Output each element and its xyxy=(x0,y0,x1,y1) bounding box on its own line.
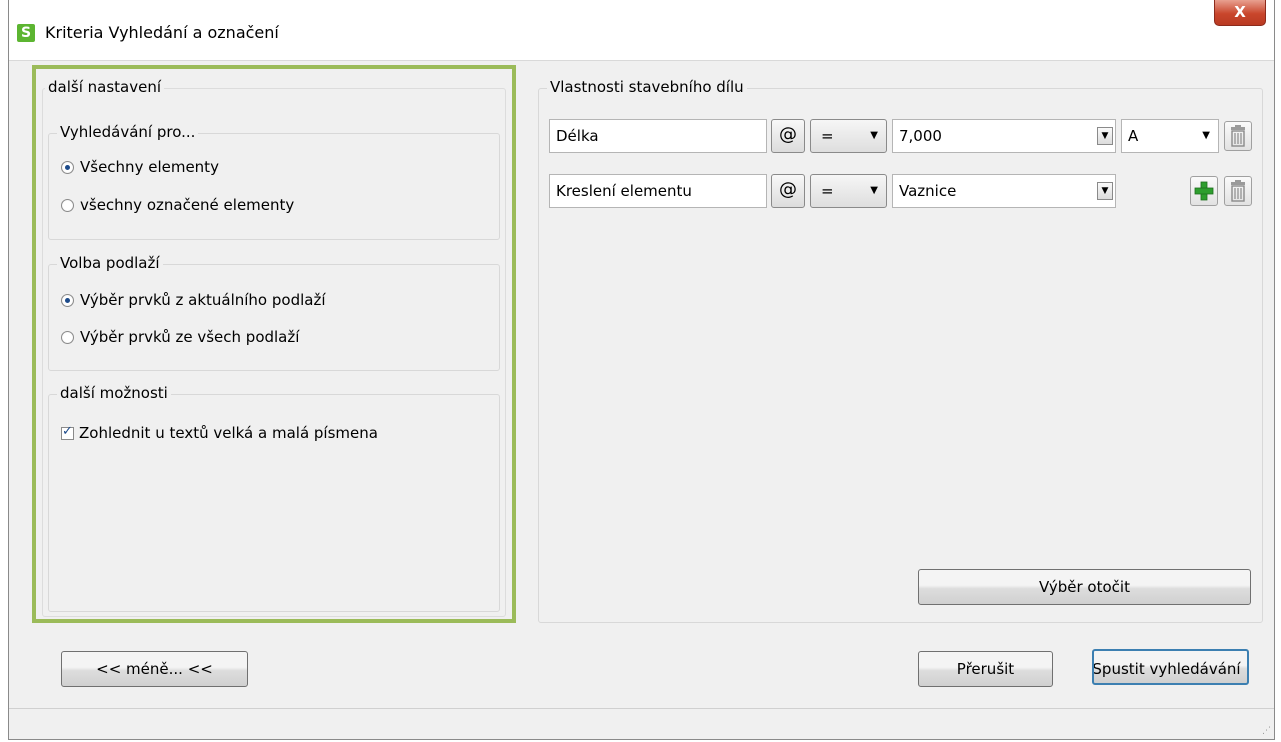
radio-all-elements-button[interactable] xyxy=(61,160,74,174)
radio-all-floors[interactable]: Výběr prvků ze všech podlaží xyxy=(61,328,299,346)
value-text-1: 7,000 xyxy=(899,127,942,145)
app-icon: S xyxy=(17,24,35,42)
floor-group: Volba podlaží Výběr prvků z aktuálního p… xyxy=(48,254,500,371)
floor-legend: Volba podlaží xyxy=(57,254,163,272)
trash-icon xyxy=(1231,180,1245,202)
advanced-settings-panel: další nastavení Vyhledávání pro... Všech… xyxy=(32,65,516,623)
radio-all-floors-button[interactable] xyxy=(61,330,74,344)
properties-group: Vlastnosti stavebního dílu Délka @ = ▼ 7… xyxy=(538,78,1263,623)
radio-marked-elements-label: všechny označené elementy xyxy=(80,196,295,214)
operator-value-1: = xyxy=(821,127,834,145)
search-for-group: Vyhledávání pro... Všechny elementy všec… xyxy=(48,123,500,240)
logic-value-1: A xyxy=(1128,127,1139,145)
case-sensitive-checkbox[interactable] xyxy=(61,424,74,440)
at-button-2[interactable]: @ xyxy=(771,174,805,208)
delete-row-button-2[interactable] xyxy=(1224,176,1252,206)
advanced-settings-legend: další nastavení xyxy=(45,78,164,96)
value-combo-2[interactable]: Vaznice ▼ xyxy=(892,174,1116,208)
value-combo-1[interactable]: 7,000 ▼ xyxy=(892,119,1116,153)
radio-current-floor-label: Výběr prvků z aktuálního podlaží xyxy=(80,291,326,309)
radio-marked-elements[interactable]: všechny označené elementy xyxy=(61,196,294,214)
more-options-group: další možnosti Zohlednit u textů velká a… xyxy=(48,384,500,612)
operator-select-2[interactable]: = ▼ xyxy=(810,174,887,208)
value-text-2: Vaznice xyxy=(899,182,957,200)
invert-selection-button[interactable]: Výběr otočit xyxy=(918,569,1251,605)
trash-icon xyxy=(1231,125,1245,147)
operator-select-1[interactable]: = ▼ xyxy=(810,119,887,153)
plus-icon xyxy=(1194,181,1214,201)
window-title: Kriteria Vyhledání a označení xyxy=(45,23,279,42)
case-sensitive-label: Zohlednit u textů velká a malá písmena xyxy=(79,424,378,442)
radio-current-floor-button[interactable] xyxy=(61,293,74,307)
case-sensitive-option[interactable]: Zohlednit u textů velká a malá písmena xyxy=(61,424,378,442)
chevron-down-icon: ▼ xyxy=(870,185,878,196)
search-for-legend: Vyhledávání pro... xyxy=(57,123,199,141)
status-bar: ⋰ xyxy=(9,708,1274,739)
radio-marked-elements-button[interactable] xyxy=(61,198,74,212)
chevron-down-icon[interactable]: ▼ xyxy=(1097,182,1113,200)
property-field-2[interactable]: Kreslení elementu xyxy=(549,174,767,208)
operator-value-2: = xyxy=(821,182,834,200)
chevron-down-icon[interactable]: ▼ xyxy=(1097,127,1113,145)
radio-all-floors-label: Výběr prvků ze všech podlaží xyxy=(80,328,300,346)
properties-legend: Vlastnosti stavebního dílu xyxy=(547,78,747,96)
radio-current-floor[interactable]: Výběr prvků z aktuálního podlaží xyxy=(61,291,326,309)
radio-all-elements[interactable]: Všechny elementy xyxy=(61,158,219,176)
resize-grip-icon[interactable]: ⋰ xyxy=(1262,726,1271,736)
more-options-legend: další možnosti xyxy=(57,384,171,402)
delete-row-button-1[interactable] xyxy=(1224,121,1252,151)
cancel-button[interactable]: Přerušit xyxy=(918,651,1053,687)
less-button[interactable]: << méně... << xyxy=(61,651,248,687)
dialog-window: S Kriteria Vyhledání a označení X další … xyxy=(8,0,1275,740)
start-search-button[interactable]: Spustit vyhledávání xyxy=(1092,649,1249,685)
at-button-1[interactable]: @ xyxy=(771,119,805,153)
title-bar: S Kriteria Vyhledání a označení X xyxy=(9,0,1274,61)
advanced-settings-group: další nastavení Vyhledávání pro... Všech… xyxy=(42,78,506,617)
logic-select-1[interactable]: A ▼ xyxy=(1121,119,1219,153)
add-row-button[interactable] xyxy=(1190,176,1218,206)
close-button[interactable]: X xyxy=(1214,0,1266,26)
property-field-1[interactable]: Délka xyxy=(549,119,767,153)
chevron-down-icon: ▼ xyxy=(1202,130,1210,141)
chevron-down-icon: ▼ xyxy=(870,130,878,141)
radio-all-elements-label: Všechny elementy xyxy=(80,158,219,176)
